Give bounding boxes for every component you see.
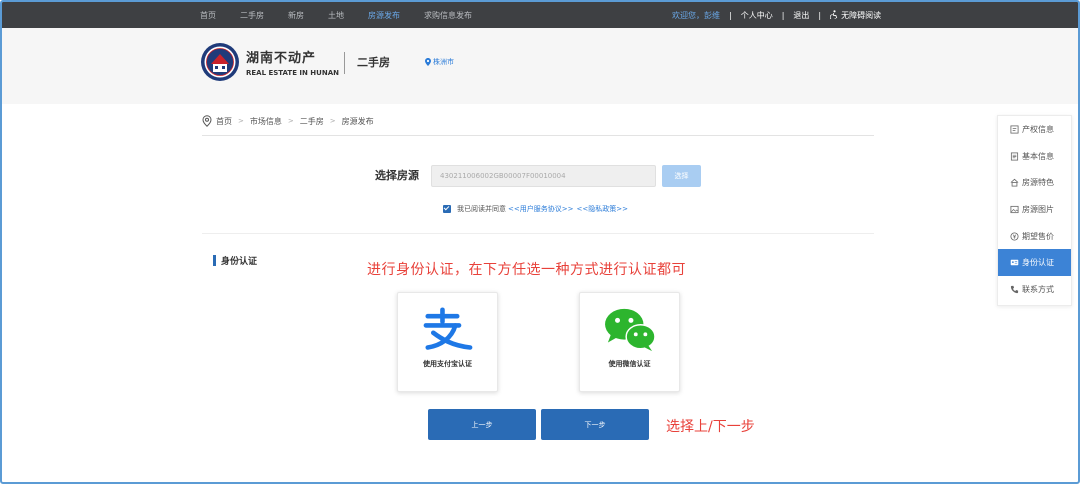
side-nav-label: 产权信息 xyxy=(1022,124,1054,134)
phone-icon xyxy=(1010,285,1019,294)
side-nav-basic-info[interactable]: 基本信息 xyxy=(998,143,1071,170)
agreement-row: 我已阅读并同意 <<用户服务协议>> <<隐私政策>> xyxy=(443,204,631,214)
side-nav-label: 期望售价 xyxy=(1022,231,1054,241)
side-nav-label: 基本信息 xyxy=(1022,151,1054,161)
separator: | xyxy=(781,10,785,20)
side-nav-property-rights[interactable]: 产权信息 xyxy=(998,116,1071,143)
city-name: 株洲市 xyxy=(433,58,454,66)
image-icon xyxy=(1010,205,1019,213)
location-pin-icon xyxy=(202,115,212,127)
side-nav-features[interactable]: 房源特色 xyxy=(998,169,1071,196)
wechat-icon xyxy=(605,308,656,352)
topnav-purchase-request[interactable]: 求购信息发布 xyxy=(424,10,472,21)
user-agreement-link[interactable]: <<用户服务协议>> xyxy=(508,204,573,214)
side-nav-contact[interactable]: 联系方式 xyxy=(998,276,1071,303)
topnav-new-homes[interactable]: 新房 xyxy=(288,10,304,21)
location-pin-icon xyxy=(425,58,431,66)
breadcrumb-separator: > xyxy=(287,117,294,125)
section-title: 二手房 xyxy=(357,56,390,69)
property-code-input[interactable] xyxy=(431,165,656,187)
agreement-text: 我已阅读并同意 xyxy=(457,205,506,213)
side-nav: 产权信息 基本信息 房源特色 房源图片 期望售价 身份认证 联系方式 xyxy=(997,115,1072,306)
house-icon xyxy=(1010,179,1019,187)
alipay-auth-card[interactable]: 使用支付宝认证 xyxy=(397,292,498,392)
user-menu: 欢迎您，彭维 | 个人中心 | 退出 | 无障碍阅读 xyxy=(672,2,881,28)
agreement-checkbox[interactable] xyxy=(443,205,451,213)
breadcrumb-separator: > xyxy=(329,117,336,125)
topnav-home[interactable]: 首页 xyxy=(200,10,216,21)
price-icon xyxy=(1010,232,1019,241)
privacy-policy-link[interactable]: <<隐私政策>> xyxy=(576,204,627,214)
id-card-icon xyxy=(1010,260,1019,266)
logout-link[interactable]: 退出 xyxy=(793,10,809,21)
accessibility-label: 无障碍阅读 xyxy=(841,11,882,20)
breadcrumb-second-hand[interactable]: 二手房 xyxy=(300,116,324,127)
alipay-auth-label: 使用支付宝认证 xyxy=(423,360,472,368)
section-marker xyxy=(213,255,216,266)
side-nav-label: 联系方式 xyxy=(1022,284,1054,294)
next-step-button[interactable]: 下一步 xyxy=(541,409,649,440)
brand-name-en: REAL ESTATE IN HUNAN xyxy=(246,69,339,77)
welcome-text: 欢迎您，彭维 xyxy=(672,10,720,20)
separator: | xyxy=(818,10,822,20)
side-nav-identity[interactable]: 身份认证 xyxy=(998,249,1071,277)
separator: | xyxy=(729,10,732,20)
side-nav-label: 身份认证 xyxy=(1022,258,1054,268)
identity-annotation: 进行身份认证，在下方任选一种方式进行认证都可 xyxy=(367,262,686,278)
side-nav-label: 房源特色 xyxy=(1022,178,1054,188)
breadcrumb-divider xyxy=(202,135,874,136)
wechat-auth-label: 使用微信认证 xyxy=(608,360,651,368)
side-nav-label: 房源图片 xyxy=(1022,204,1054,214)
topnav-publish-listing[interactable]: 房源发布 xyxy=(368,10,400,21)
document-icon xyxy=(1010,152,1019,161)
city-selector[interactable]: 株洲市 xyxy=(425,57,454,67)
breadcrumb-separator: > xyxy=(238,117,244,125)
accessibility-icon xyxy=(830,10,838,19)
breadcrumb-home[interactable]: 首页 xyxy=(216,116,232,127)
side-nav-photos[interactable]: 房源图片 xyxy=(998,196,1071,223)
breadcrumb-market-info[interactable]: 市场信息 xyxy=(250,116,282,127)
previous-step-button[interactable]: 上一步 xyxy=(428,409,536,440)
certificate-icon xyxy=(1010,125,1019,134)
hunan-real-estate-logo[interactable] xyxy=(200,42,240,82)
select-button[interactable]: 选择 xyxy=(662,165,701,187)
brand-name-cn: 湖南不动产 xyxy=(246,51,317,66)
topnav-second-hand[interactable]: 二手房 xyxy=(240,10,264,21)
section-divider xyxy=(202,233,874,234)
step-annotation: 选择上/下一步 xyxy=(666,419,755,435)
wechat-auth-card[interactable]: 使用微信认证 xyxy=(579,292,680,392)
identity-section-title: 身份认证 xyxy=(221,257,258,267)
personal-center-link[interactable]: 个人中心 xyxy=(741,10,773,21)
alipay-icon xyxy=(423,307,473,350)
top-nav: 首页 二手房 新房 土地 房源发布 求购信息发布 xyxy=(200,2,496,28)
page-frame: 首页 二手房 新房 土地 房源发布 求购信息发布 欢迎您，彭维 | 个人中心 |… xyxy=(0,0,1080,484)
select-source-label: 选择房源 xyxy=(375,169,419,182)
topnav-land[interactable]: 土地 xyxy=(328,10,344,21)
accessibility-link[interactable]: 无障碍阅读 xyxy=(830,9,881,21)
top-navigation-bar: 首页 二手房 新房 土地 房源发布 求购信息发布 欢迎您，彭维 | 个人中心 |… xyxy=(2,2,1078,28)
breadcrumb-publish-listing: 房源发布 xyxy=(341,116,374,126)
header-divider xyxy=(344,52,345,74)
side-nav-expected-price[interactable]: 期望售价 xyxy=(998,223,1071,250)
site-header: 湖南不动产 REAL ESTATE IN HUNAN 二手房 株洲市 xyxy=(2,28,1078,104)
breadcrumb: 首页 > 市场信息 > 二手房 > 房源发布 xyxy=(202,114,374,128)
